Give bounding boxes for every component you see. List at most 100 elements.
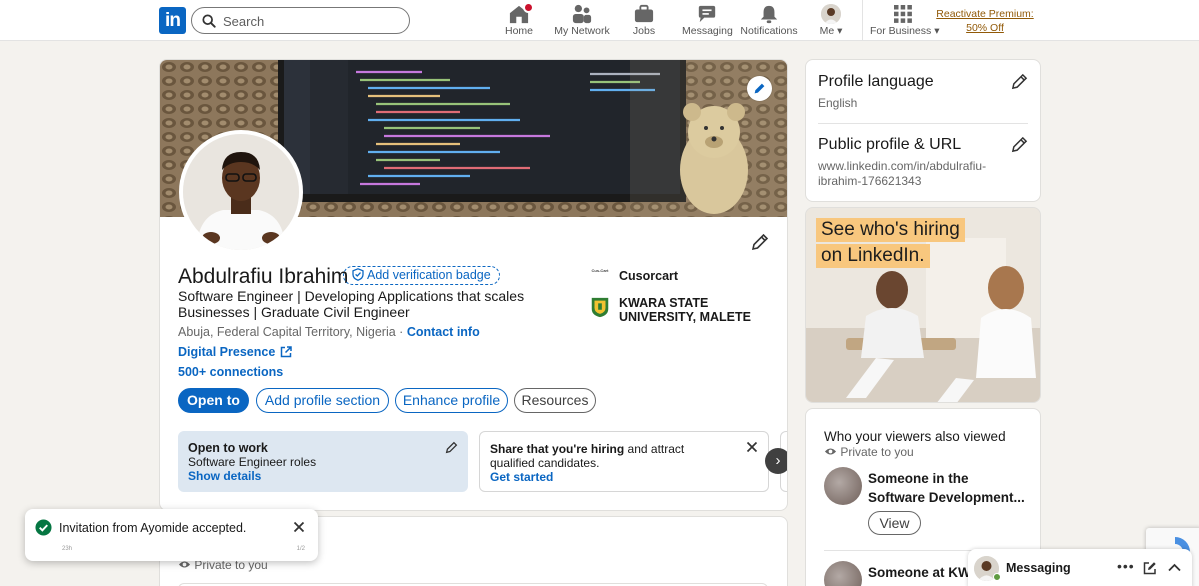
- view-button[interactable]: View: [868, 511, 921, 535]
- open-to-button[interactable]: Open to: [178, 388, 249, 413]
- public-profile-title: Public profile & URL: [818, 136, 962, 153]
- pencil-icon[interactable]: [1011, 136, 1028, 153]
- chevron-right-icon: ›: [775, 452, 781, 469]
- edit-banner-button[interactable]: [747, 76, 772, 101]
- hiring-text: Share that you're hiring and attract qua…: [490, 442, 730, 470]
- verify-badge-label: Add verification badge: [367, 268, 491, 282]
- premium-line1: Reactivate Premium:: [936, 8, 1034, 20]
- open-to-work-card: Open to work Software Engineer roles Sho…: [178, 431, 468, 492]
- eye-icon: [178, 561, 191, 568]
- get-started-link[interactable]: Get started: [490, 470, 553, 484]
- shield-check-icon: [352, 268, 364, 281]
- reactivate-premium-link[interactable]: Reactivate Premium: 50% Off: [936, 7, 1034, 35]
- nav-messaging[interactable]: Messaging: [682, 4, 733, 38]
- chevron-up-icon[interactable]: [1168, 563, 1181, 572]
- share-hiring-card: Share that you're hiring and attract qua…: [479, 431, 769, 492]
- enhance-profile-button[interactable]: Enhance profile: [395, 388, 508, 413]
- profile-settings-card: Profile language English Public profile …: [805, 59, 1041, 202]
- viewer-avatar[interactable]: [824, 561, 862, 586]
- nav-label: Messaging: [682, 25, 733, 37]
- profile-name: Abdulrafiu Ibrahim: [178, 265, 349, 288]
- show-details-link[interactable]: Show details: [188, 469, 261, 483]
- nav-label: Notifications: [740, 25, 798, 37]
- compose-icon[interactable]: [1143, 561, 1157, 575]
- pencil-icon[interactable]: [1011, 73, 1028, 90]
- edit-intro-icon[interactable]: [751, 233, 769, 251]
- messaging-bar[interactable]: Messaging •••: [968, 549, 1192, 586]
- profile-headline: Software Engineer | Developing Applicati…: [178, 288, 525, 320]
- nav-label: Me ▾: [814, 25, 848, 37]
- private-label: Private to you: [840, 445, 914, 459]
- toast-time: 23h: [62, 546, 73, 552]
- nav-notifications[interactable]: Notifications: [740, 4, 798, 38]
- hiring-ad[interactable]: See who's hiring on LinkedIn.: [805, 207, 1041, 403]
- nav-jobs[interactable]: Jobs: [626, 4, 662, 38]
- messaging-title: Messaging: [1006, 561, 1071, 575]
- bell-icon: [758, 4, 780, 24]
- open-to-work-title: Open to work: [188, 441, 268, 455]
- briefcase-icon: [633, 4, 655, 24]
- website-label: Digital Presence: [178, 345, 276, 359]
- ad-headline-1: See who's hiring: [816, 218, 965, 242]
- pencil-icon[interactable]: [445, 441, 458, 454]
- location-text: Abuja, Federal Capital Territory, Nigeri…: [178, 325, 396, 339]
- profile-location: Abuja, Federal Capital Territory, Nigeri…: [178, 325, 480, 339]
- add-verification-badge-button[interactable]: Add verification badge: [343, 266, 500, 285]
- add-profile-section-button[interactable]: Add profile section: [256, 388, 389, 413]
- nav-my-network[interactable]: My Network: [551, 4, 613, 38]
- more-options-icon[interactable]: •••: [1117, 558, 1135, 574]
- divider: [818, 123, 1028, 124]
- eye-icon: [824, 448, 837, 455]
- profile-photo[interactable]: [179, 130, 303, 254]
- experience-name: KWARA STATE UNIVERSITY, MALETE: [619, 296, 751, 324]
- search-input[interactable]: [223, 12, 398, 30]
- nav-me[interactable]: Me ▾: [814, 4, 848, 38]
- profile-language-value: English: [818, 96, 858, 110]
- nav-label: My Network: [554, 25, 610, 37]
- viewer-avatar[interactable]: [824, 467, 862, 505]
- close-icon[interactable]: [293, 521, 305, 533]
- me-label: Me: [819, 25, 835, 37]
- search-icon: [202, 14, 216, 28]
- pencil-icon: [754, 83, 765, 94]
- toast-notification: Invitation from Ayomide accepted. 23h 1/…: [25, 509, 318, 561]
- nav-label: For Business ▾: [870, 25, 939, 37]
- viewers-private: Private to you: [824, 445, 914, 459]
- website-link[interactable]: Digital Presence: [178, 345, 293, 359]
- viewer-1-name[interactable]: Someone in the Software Development...: [868, 469, 1028, 507]
- contact-info-link[interactable]: Contact info: [407, 325, 480, 339]
- for-business-label: For Business: [870, 25, 932, 37]
- toast-page: 1/2: [296, 546, 305, 552]
- public-profile-url: www.linkedin.com/in/abdulrafiu-ibrahim-1…: [818, 159, 987, 188]
- linkedin-logo[interactable]: in: [159, 7, 186, 34]
- top-nav: in Home My Network Jobs Messaging Notifi…: [0, 0, 1199, 41]
- ad-headline-2: on LinkedIn.: [816, 244, 930, 268]
- nav-divider: [862, 0, 863, 41]
- chat-icon: [696, 4, 718, 24]
- experience-name: Cusorcart: [619, 269, 679, 283]
- avatar: [821, 4, 841, 24]
- nav-home[interactable]: Home: [500, 2, 538, 38]
- premium-line2: 50% Off: [966, 22, 1004, 34]
- grid-icon: [894, 4, 912, 24]
- university-crest-icon: [591, 297, 609, 318]
- toast-message: Invitation from Ayomide accepted.: [59, 521, 247, 535]
- resources-button[interactable]: Resources: [514, 388, 596, 413]
- connections-link[interactable]: 500+ connections: [178, 365, 283, 379]
- online-status-dot: [993, 573, 1001, 581]
- carousel-next-button[interactable]: ›: [765, 448, 787, 474]
- search-box[interactable]: [191, 7, 410, 34]
- profile-card: Abdulrafiu Ibrahim Add verification badg…: [159, 59, 788, 511]
- people-icon: [571, 4, 593, 24]
- profile-language-title: Profile language: [818, 73, 934, 90]
- caret-down-icon: ▾: [837, 25, 843, 37]
- nav-label: Jobs: [632, 25, 656, 37]
- location-separator: ·: [395, 325, 407, 339]
- notification-dot: [523, 2, 534, 13]
- nav-for-business[interactable]: For Business ▾: [870, 4, 939, 38]
- cusorcart-logo: Cus-Cart: [589, 267, 611, 289]
- close-icon[interactable]: [746, 441, 758, 453]
- home-icon: [508, 2, 534, 24]
- external-link-icon: [281, 346, 293, 358]
- nav-label: Home: [504, 25, 533, 37]
